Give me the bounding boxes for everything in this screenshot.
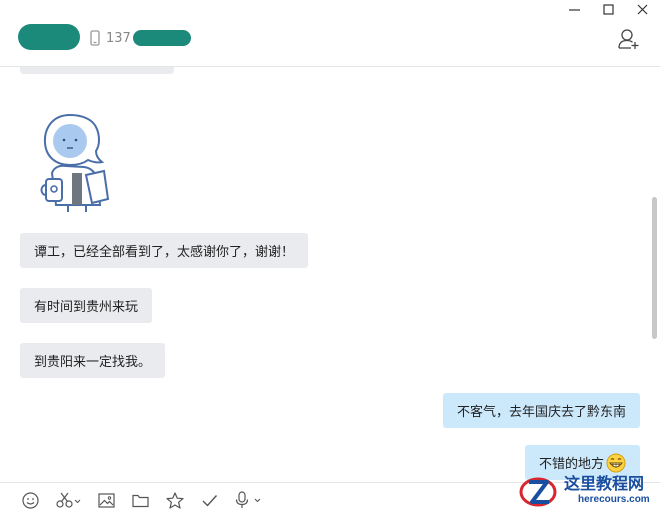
watermark-logo-icon: [518, 470, 558, 510]
phone-number: 137: [106, 29, 191, 47]
window-controls: [568, 0, 648, 18]
phone-icon: [90, 30, 100, 46]
star-icon[interactable]: [166, 491, 184, 509]
image-icon[interactable]: [98, 491, 115, 509]
minimize-icon[interactable]: [568, 3, 580, 15]
message-bubble-outgoing[interactable]: 不客气，去年国庆去了黔东南: [442, 393, 640, 428]
emoji-icon[interactable]: [22, 491, 39, 509]
message-bubble-incoming[interactable]: 有时间到贵州来玩: [20, 288, 153, 323]
watermark-title: 这里教程网: [564, 474, 645, 493]
close-icon[interactable]: [636, 3, 648, 15]
chat-header: 137: [0, 0, 660, 67]
scissors-icon[interactable]: [56, 491, 82, 509]
message-bubble-incoming[interactable]: 谭工，已经全部看到了，太感谢你了，谢谢！: [20, 233, 309, 268]
add-user-icon[interactable]: [618, 28, 640, 50]
watermark: 这里教程网 herecours.com: [514, 466, 660, 513]
phone-number-redacted: [132, 30, 191, 46]
scrollbar[interactable]: [652, 197, 657, 339]
contact-name-redacted[interactable]: [18, 24, 80, 50]
message-bubble-incoming[interactable]: 到贵阳来一定找我。: [20, 343, 166, 378]
message-list[interactable]: 谭工，已经全部看到了，太感谢你了，谢谢！ 有时间到贵州来玩 到贵阳来一定找我。 …: [0, 67, 660, 481]
microphone-icon[interactable]: [234, 491, 264, 509]
previous-message-bubble: [20, 67, 174, 74]
folder-icon[interactable]: [132, 491, 149, 509]
maximize-icon[interactable]: [602, 3, 614, 15]
sticker-image[interactable]: [38, 113, 128, 213]
watermark-subtitle: herecours.com: [578, 494, 650, 505]
check-icon[interactable]: [201, 491, 218, 509]
phone-prefix: 137: [106, 30, 131, 46]
